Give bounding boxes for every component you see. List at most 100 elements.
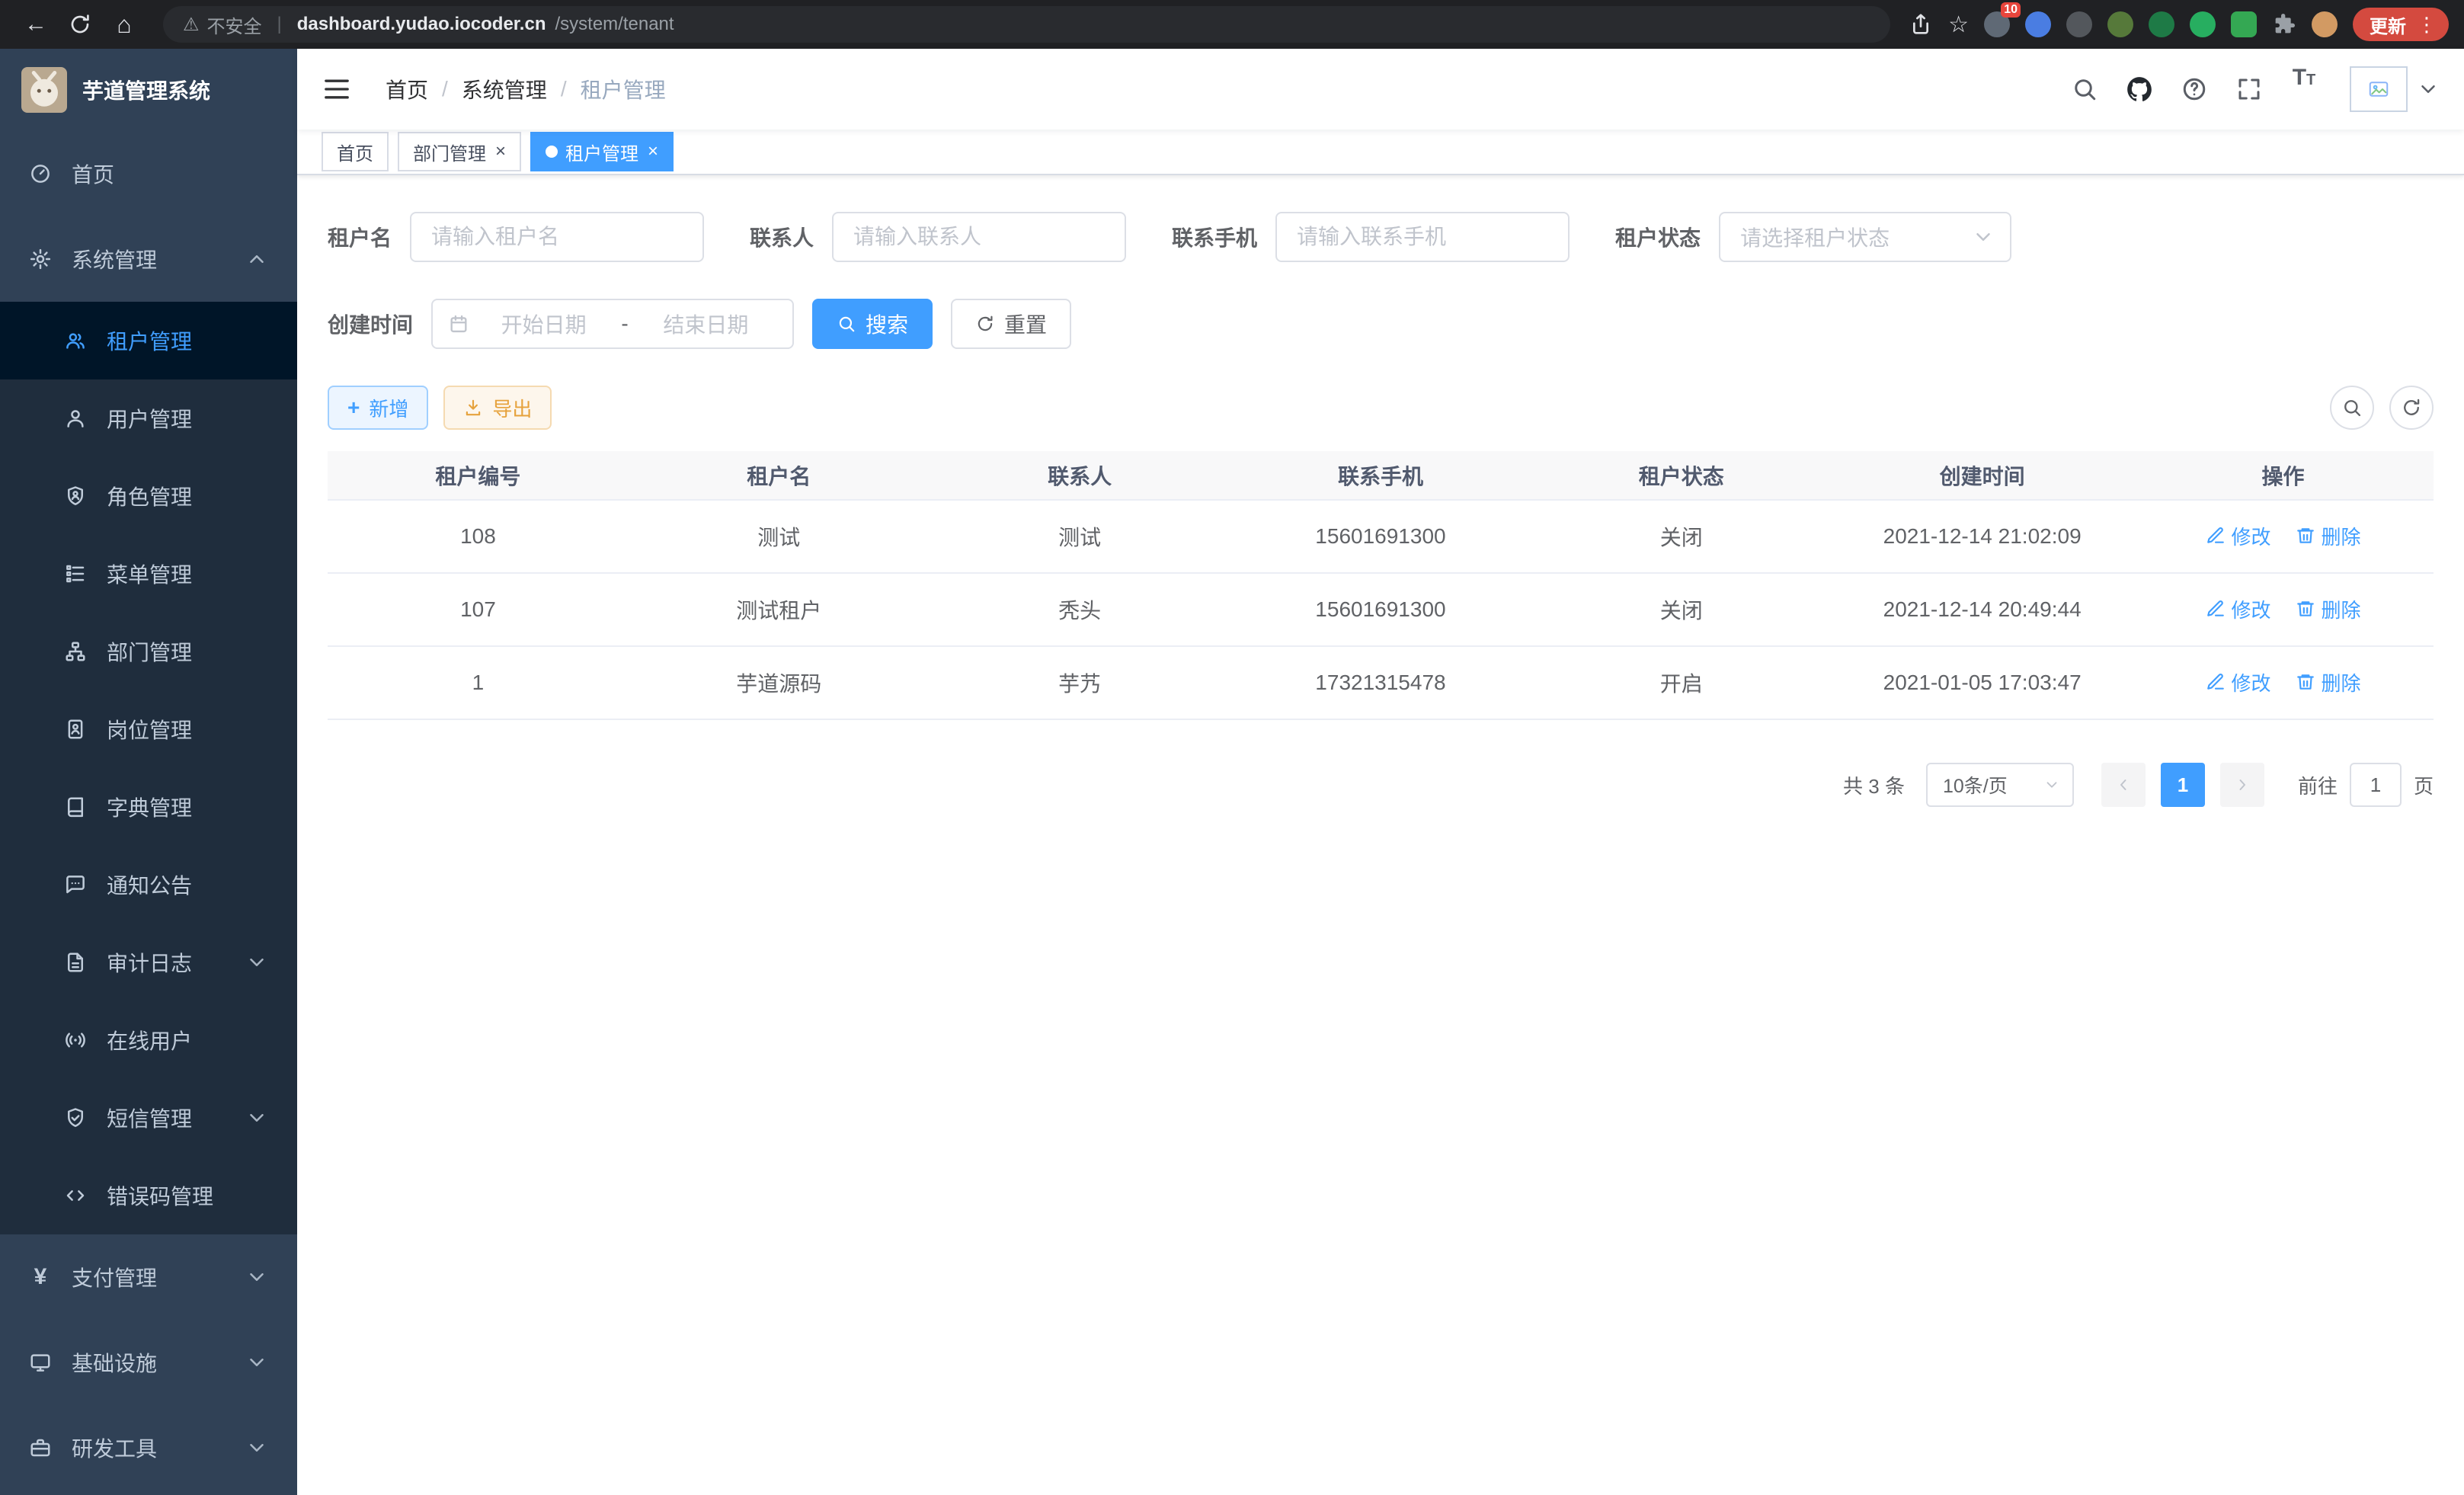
extension-icon-darkgreen[interactable]	[2149, 11, 2174, 37]
extension-icon-square[interactable]	[2231, 11, 2257, 37]
extension-icon-olive[interactable]	[2107, 11, 2133, 37]
sidebar-item-user[interactable]: 用户管理	[0, 379, 297, 457]
avatar	[2350, 66, 2408, 112]
sidebar-item-sms[interactable]: 短信管理	[0, 1079, 297, 1157]
prev-page-button[interactable]	[2101, 763, 2146, 807]
browser-home-button[interactable]: ⌂	[104, 4, 145, 45]
delete-link[interactable]: 删除	[2296, 595, 2361, 623]
sidebar-item-tenant[interactable]: 租户管理	[0, 302, 297, 379]
download-icon	[463, 398, 483, 418]
phone-input[interactable]	[1275, 212, 1570, 262]
breadcrumb-separator: /	[442, 77, 448, 101]
edit-link[interactable]: 修改	[2206, 595, 2271, 623]
extension-icon-green[interactable]	[2190, 11, 2216, 37]
tenant-name-input[interactable]	[410, 212, 704, 262]
reset-button[interactable]: 重置	[951, 299, 1071, 349]
help-button[interactable]	[2170, 65, 2219, 114]
sidebar-item-home[interactable]: 首页	[0, 131, 297, 216]
font-size-icon: T	[2293, 65, 2306, 91]
browser-refresh-button[interactable]	[59, 4, 101, 45]
delete-link[interactable]: 删除	[2296, 522, 2361, 550]
warning-icon: ⚠	[183, 14, 200, 36]
page-number-button[interactable]: 1	[2161, 763, 2205, 807]
sidebar-item-notice[interactable]: 通知公告	[0, 846, 297, 924]
status-label: 租户状态	[1615, 222, 1701, 252]
toggle-search-button[interactable]	[2330, 386, 2374, 430]
extension-icon-blue[interactable]	[2025, 11, 2051, 37]
sidebar-item-dict[interactable]: 字典管理	[0, 768, 297, 846]
chevron-left-icon	[2114, 776, 2133, 794]
create-time-range-picker[interactable]: 开始日期 - 结束日期	[431, 299, 794, 349]
pagination-total: 共 3 条	[1843, 771, 1905, 799]
chevron-down-icon	[245, 1351, 268, 1374]
back-arrow-icon: ←	[24, 11, 47, 37]
close-icon[interactable]: ×	[495, 142, 506, 161]
browser-update-button[interactable]: 更新 ⋮	[2353, 8, 2449, 41]
edit-link[interactable]: 修改	[2206, 668, 2271, 696]
delete-link[interactable]: 删除	[2296, 668, 2361, 696]
refresh-table-button[interactable]	[2389, 386, 2434, 430]
extension-icon-badged[interactable]: 10	[1984, 11, 2010, 37]
github-button[interactable]	[2115, 65, 2164, 114]
sidebar-item-payment[interactable]: ¥ 支付管理	[0, 1234, 297, 1320]
sidebar-item-dev-tools[interactable]: 研发工具	[0, 1405, 297, 1490]
col-status: 租户状态	[1531, 451, 1832, 500]
share-button[interactable]	[1909, 12, 1933, 37]
goto-page-input[interactable]	[2350, 763, 2402, 807]
export-button[interactable]: 导出	[443, 386, 552, 430]
sidebar-item-online-users[interactable]: 在线用户	[0, 1001, 297, 1079]
puzzle-icon	[2272, 12, 2296, 37]
github-icon	[2125, 75, 2154, 104]
font-size-button[interactable]: TT	[2280, 65, 2328, 114]
extensions-menu-button[interactable]	[2272, 12, 2296, 37]
fullscreen-button[interactable]	[2225, 65, 2274, 114]
navbar-tools: TT	[2060, 65, 2440, 114]
col-created: 创建时间	[1832, 451, 2133, 500]
table-header-row: 租户编号 租户名 联系人 联系手机 租户状态 创建时间 操作	[328, 451, 2434, 500]
header-search-button[interactable]	[2060, 65, 2109, 114]
sidebar-item-error-code[interactable]: 错误码管理	[0, 1157, 297, 1234]
breadcrumb: 首页 / 系统管理 / 租户管理	[386, 74, 666, 104]
sidebar-item-label: 基础设施	[72, 1347, 157, 1378]
close-icon[interactable]: ×	[648, 142, 658, 161]
bookmark-star-button[interactable]: ☆	[1948, 11, 1969, 38]
sidebar-item-role[interactable]: 角色管理	[0, 457, 297, 535]
select-placeholder: 请选择租户状态	[1740, 222, 1890, 252]
table-row: 108 测试 测试 15601691300 关闭 2021-12-14 21:0…	[328, 500, 2434, 573]
extension-icon-dark[interactable]	[2066, 11, 2092, 37]
tenant-name-label: 租户名	[328, 222, 392, 252]
sidebar-item-infra[interactable]: 基础设施	[0, 1320, 297, 1405]
breadcrumb-home[interactable]: 首页	[386, 74, 428, 104]
search-button[interactable]: 搜索	[812, 299, 933, 349]
address-bar[interactable]: ⚠ 不安全 | dashboard.yudao.iocoder.cn /syst…	[163, 6, 1890, 43]
sidebar-item-system[interactable]: 系统管理	[0, 216, 297, 302]
create-time-label: 创建时间	[328, 309, 413, 339]
tab-home[interactable]: 首页	[322, 132, 389, 171]
tab-tenant[interactable]: 租户管理 ×	[530, 132, 674, 171]
sidebar-item-audit-log[interactable]: 审计日志	[0, 924, 297, 1001]
sidebar-toggle-button[interactable]	[322, 71, 358, 107]
user-avatar-dropdown[interactable]	[2350, 66, 2440, 112]
breadcrumb-system[interactable]: 系统管理	[462, 74, 547, 104]
tags-view-bar: 首页 部门管理 × 租户管理 ×	[297, 130, 2464, 175]
comment-icon	[64, 873, 87, 896]
add-button[interactable]: + 新增	[328, 386, 428, 430]
tenant-status-select[interactable]: 请选择租户状态	[1719, 212, 2011, 262]
next-page-button[interactable]	[2220, 763, 2264, 807]
contact-input[interactable]	[832, 212, 1126, 262]
tab-label: 部门管理	[413, 139, 486, 165]
sidebar-item-menu[interactable]: 菜单管理	[0, 535, 297, 613]
security-chip[interactable]: ⚠ 不安全	[183, 11, 262, 38]
sidebar-item-dept[interactable]: 部门管理	[0, 613, 297, 690]
sidebar-item-label: 角色管理	[107, 481, 192, 511]
monitor-icon	[29, 1351, 52, 1374]
edit-link[interactable]: 修改	[2206, 522, 2271, 550]
sidebar-item-label: 菜单管理	[107, 559, 192, 589]
tab-dept[interactable]: 部门管理 ×	[398, 132, 521, 171]
browser-avatar[interactable]	[2312, 11, 2338, 37]
cell-contact: 测试	[930, 500, 1230, 573]
browser-back-button[interactable]: ←	[15, 4, 56, 45]
sidebar-item-post[interactable]: 岗位管理	[0, 690, 297, 768]
page-size-select[interactable]: 10条/页	[1926, 763, 2074, 807]
cell-actions: 修改删除	[2133, 646, 2434, 719]
